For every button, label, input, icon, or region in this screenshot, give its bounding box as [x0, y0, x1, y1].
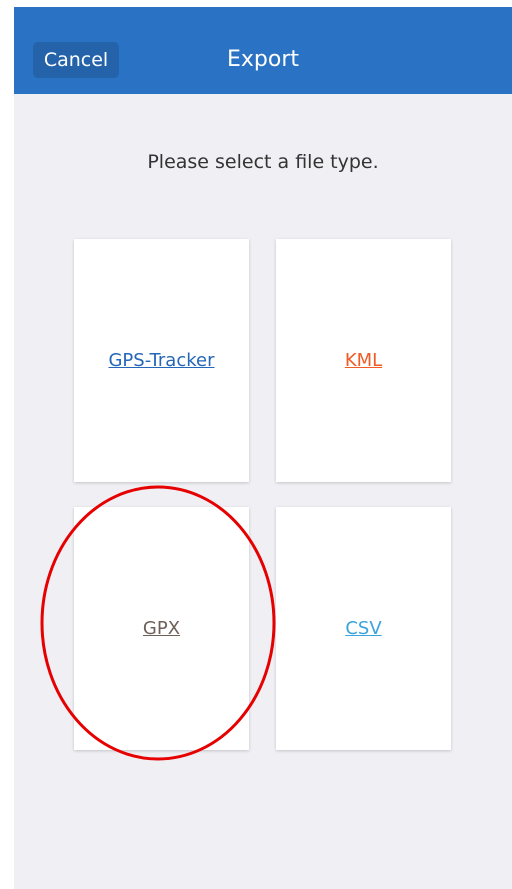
gps-tracker-option[interactable]: GPS-Tracker — [74, 239, 249, 482]
gpx-link[interactable]: GPX — [74, 507, 249, 750]
navigation-bar: Cancel Export — [14, 7, 512, 94]
csv-link[interactable]: CSV — [276, 507, 451, 750]
csv-option[interactable]: CSV — [276, 507, 451, 750]
kml-link[interactable]: KML — [276, 239, 451, 482]
kml-option[interactable]: KML — [276, 239, 451, 482]
export-screen: Cancel Export Please select a file type.… — [14, 7, 512, 889]
gpx-option[interactable]: GPX — [74, 507, 249, 750]
gps-tracker-link[interactable]: GPS-Tracker — [74, 239, 249, 482]
select-file-type-prompt: Please select a file type. — [147, 151, 379, 173]
page-title: Export — [226, 47, 299, 72]
